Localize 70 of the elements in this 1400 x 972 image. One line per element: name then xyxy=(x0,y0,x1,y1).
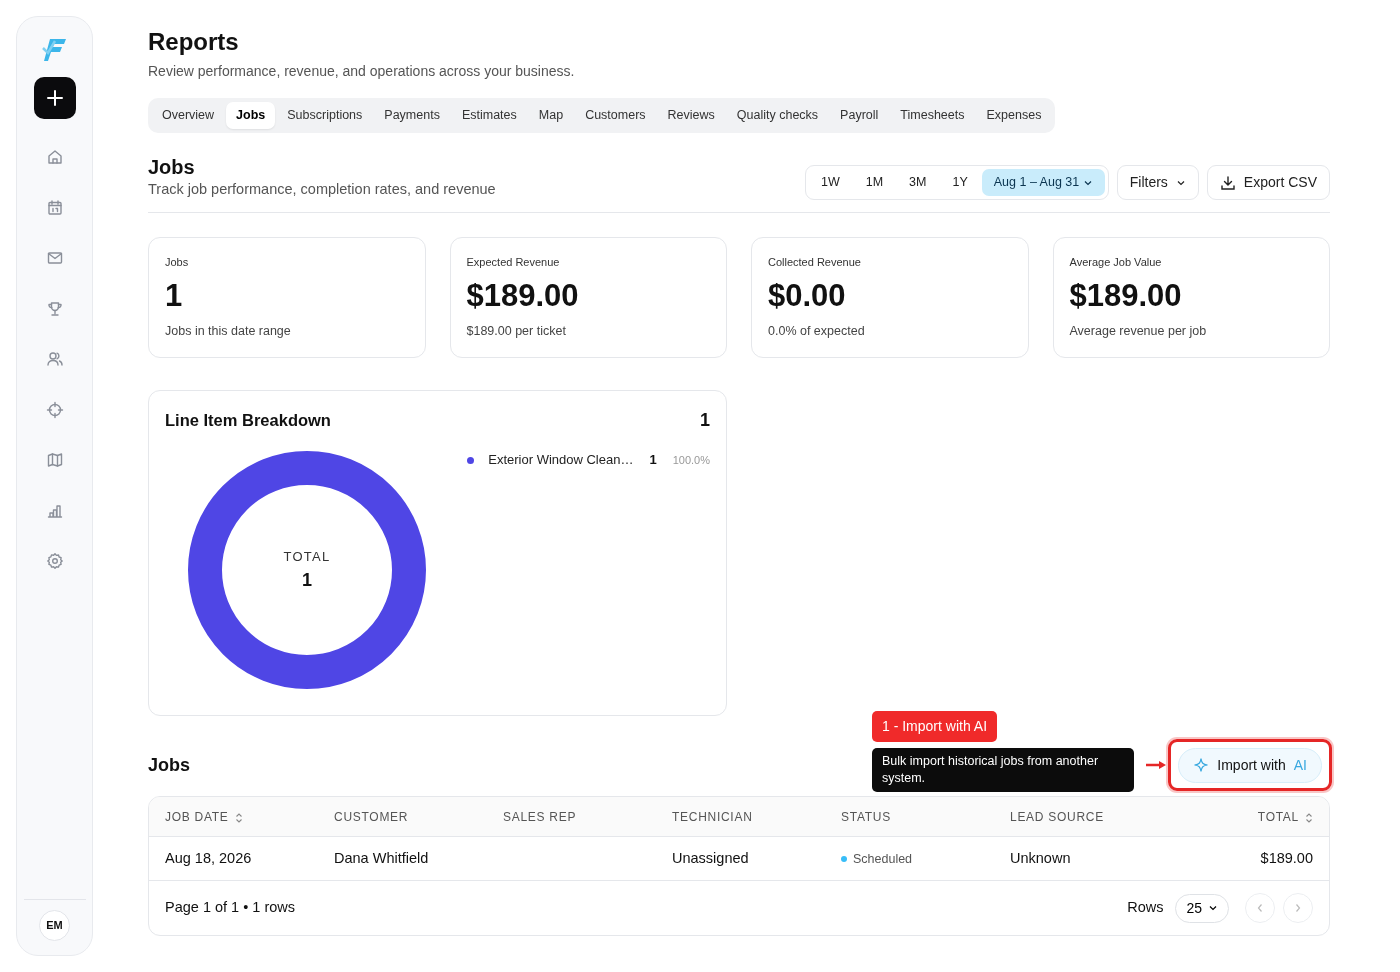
range-button[interactable]: 1W xyxy=(808,169,852,197)
legend-count: 1 xyxy=(649,451,657,470)
legend-percent: 100.0% xyxy=(672,452,710,468)
report-tab[interactable]: Estimates xyxy=(451,101,527,129)
card-title: Line Item Breakdown xyxy=(165,410,331,432)
rows-select[interactable]: 25 xyxy=(1175,893,1229,923)
import-ai-button[interactable]: Import with AI xyxy=(1178,747,1322,783)
column-header: STATUS xyxy=(841,808,892,826)
stat-value: $189.00 xyxy=(466,276,580,314)
filters-button[interactable]: Filters xyxy=(1116,165,1199,201)
table-cell: Unassigned xyxy=(672,849,749,866)
card-count: 1 xyxy=(700,409,710,433)
annotation-arrow xyxy=(1146,761,1166,770)
range-button[interactable]: 3M xyxy=(897,169,939,197)
table-cell: Dana Whitfield xyxy=(334,849,429,866)
report-tab[interactable]: Jobs xyxy=(226,101,276,129)
sparkle-icon xyxy=(1193,757,1210,774)
range-button[interactable]: 1Y xyxy=(940,169,980,197)
column-header: CUSTOMER xyxy=(334,808,410,826)
range-button[interactable]: Aug 1 – Aug 31 xyxy=(981,169,1105,197)
column-header[interactable]: TOTAL xyxy=(1179,807,1313,826)
stat-value: 1 xyxy=(165,276,184,314)
page-subtitle: Review performance, revenue, and operations across your business. xyxy=(148,61,576,81)
report-tab[interactable]: Customers xyxy=(575,101,656,129)
column-header: LEAD SOURCE xyxy=(1010,808,1105,826)
chevron-left-icon xyxy=(1256,903,1264,914)
stat-note: Average revenue per job xyxy=(1069,323,1208,340)
section-subtitle: Track job performance, completion rates, and revenue xyxy=(148,179,496,199)
stat-value: $0.00 xyxy=(768,276,847,314)
stat-label: Average Job Value xyxy=(1069,255,1163,271)
download-icon xyxy=(1219,174,1236,191)
stat-note: Jobs in this date range xyxy=(165,323,292,340)
add-button[interactable] xyxy=(33,77,76,119)
stat-note: $189.00 per ticket xyxy=(466,323,567,340)
stat-value: $189.00 xyxy=(1069,276,1183,314)
annotation-tag: 1 - Import with AI xyxy=(872,711,998,743)
column-header: TECHNICIAN xyxy=(672,808,754,826)
page-info: Page 1 of 1 • 1 rows xyxy=(165,898,295,918)
table-cell: Aug 18, 2026 xyxy=(165,849,252,866)
stat-label: Expected Revenue xyxy=(466,255,561,271)
report-tab[interactable]: Payments xyxy=(374,101,450,129)
total-value: 1 xyxy=(301,568,313,592)
report-tab[interactable]: Timesheets xyxy=(890,101,975,129)
report-tab[interactable]: Quality checks xyxy=(726,101,829,129)
total-label: TOTAL xyxy=(283,548,331,567)
report-tab[interactable]: Overview xyxy=(152,101,225,129)
section-title: Jobs xyxy=(148,154,196,179)
report-tab[interactable]: Payroll xyxy=(830,101,889,129)
table-title: Jobs xyxy=(148,754,190,777)
column-header: SALES REP xyxy=(503,808,578,826)
plus-icon xyxy=(46,90,63,106)
rows-label: Rows xyxy=(1127,898,1164,918)
status-text: Scheduled xyxy=(853,851,913,866)
export-button[interactable]: Export CSV xyxy=(1206,165,1330,201)
report-tab[interactable]: Reviews xyxy=(657,101,725,129)
column-header[interactable]: JOB DATE xyxy=(165,807,334,826)
table-cell: Unknown xyxy=(1010,849,1071,866)
table-cell: $189.00 xyxy=(1260,849,1313,866)
tooltip: Bulk import historical jobs from another system. xyxy=(872,748,1134,793)
stat-label: Jobs xyxy=(165,255,190,271)
range-button[interactable]: 1M xyxy=(853,169,896,197)
stat-label: Collected Revenue xyxy=(768,255,862,271)
chevron-right-icon xyxy=(1294,903,1302,914)
report-tab[interactable]: Subscriptions xyxy=(277,101,373,129)
report-tab[interactable]: Map xyxy=(528,101,574,129)
page-title: Reports xyxy=(148,28,240,57)
legend-label: Exterior Window Clean… xyxy=(488,451,634,470)
stat-note: 0.0% of expected xyxy=(768,323,866,340)
user-avatar[interactable]: EM xyxy=(39,910,70,941)
report-tab[interactable]: Expenses xyxy=(976,101,1052,129)
